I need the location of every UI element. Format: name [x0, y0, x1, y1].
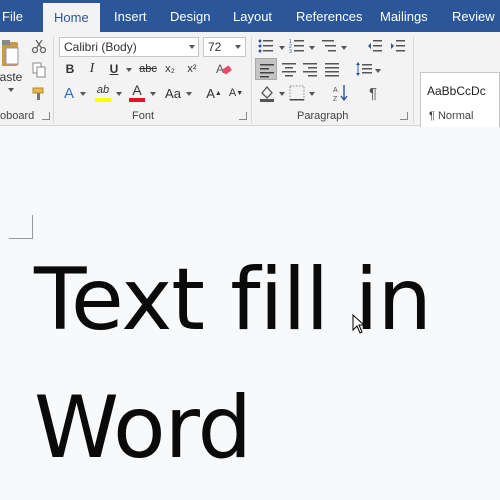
increase-indent-icon[interactable]: [390, 38, 406, 54]
change-case-dropdown[interactable]: [186, 92, 192, 96]
sort-icon[interactable]: A Z: [333, 84, 349, 102]
word-window: File Home Insert Design Layout Reference…: [0, 0, 500, 500]
paragraph-dialog-launcher[interactable]: [400, 112, 408, 120]
underline-button[interactable]: U: [105, 60, 123, 78]
font-color-dropdown[interactable]: [150, 92, 156, 96]
tab-design[interactable]: Design: [170, 0, 210, 32]
document-line[interactable]: Word: [34, 385, 252, 471]
shading-icon[interactable]: [258, 84, 276, 102]
tab-home[interactable]: Home: [43, 3, 100, 32]
align-left-button[interactable]: [255, 58, 277, 80]
subscript-button[interactable]: x₂: [161, 60, 179, 78]
align-right-icon[interactable]: [302, 61, 318, 77]
show-marks-icon[interactable]: ¶: [365, 84, 381, 102]
tab-insert[interactable]: Insert: [114, 0, 147, 32]
paste-dropdown[interactable]: [8, 88, 14, 92]
decrease-indent-icon[interactable]: [367, 38, 383, 54]
mouse-pointer-icon: [352, 314, 366, 334]
shrink-font-button[interactable]: A ▼: [228, 84, 244, 102]
line-spacing-dropdown[interactable]: [375, 69, 381, 73]
svg-text:3: 3: [289, 49, 292, 54]
format-painter-icon[interactable]: [31, 86, 47, 102]
group-separator: [53, 36, 54, 124]
clipboard-dialog-launcher[interactable]: [42, 112, 50, 120]
font-name-combo[interactable]: Calibri (Body): [59, 37, 199, 57]
borders-dropdown[interactable]: [309, 92, 315, 96]
clipboard-group-label: oboard: [0, 110, 35, 122]
font-name-value: Calibri (Body): [64, 40, 137, 54]
bold-button[interactable]: B: [61, 60, 79, 78]
font-color-button[interactable]: A: [129, 82, 145, 98]
ribbon: aste oboard Calibri (Body) 72 B I U abc …: [0, 32, 500, 130]
tab-layout[interactable]: Layout: [233, 0, 272, 32]
svg-text:A: A: [333, 87, 338, 94]
style-normal-item[interactable]: AaBbCcDc ¶ Normal: [420, 72, 500, 130]
align-left-icon: [260, 64, 274, 78]
center-icon[interactable]: [281, 61, 297, 77]
font-dialog-launcher[interactable]: [239, 112, 247, 120]
shading-dropdown[interactable]: [279, 92, 285, 96]
margin-crop-mark: [9, 215, 33, 239]
style-name-label: ¶ Normal: [429, 110, 474, 122]
numbering-icon[interactable]: 1 2 3: [289, 38, 305, 54]
line-spacing-icon[interactable]: [355, 61, 373, 77]
borders-icon[interactable]: [289, 85, 305, 101]
svg-text:A: A: [216, 62, 224, 76]
ribbon-tab-bar: File Home Insert Design Layout Reference…: [0, 0, 500, 32]
italic-button[interactable]: I: [83, 60, 101, 78]
underline-dropdown[interactable]: [126, 68, 132, 72]
tab-mailings[interactable]: Mailings: [380, 0, 428, 32]
bullets-icon[interactable]: [258, 38, 274, 54]
paste-label: aste: [0, 70, 23, 84]
grow-font-label: A: [206, 85, 215, 101]
numbering-dropdown[interactable]: [309, 46, 315, 50]
font-name-dropdown[interactable]: [189, 45, 195, 49]
font-size-dropdown[interactable]: [235, 45, 241, 49]
multilevel-list-icon[interactable]: [321, 38, 337, 54]
group-separator: [413, 36, 414, 124]
font-group-label: Font: [132, 110, 155, 122]
paste-button[interactable]: aste: [0, 36, 22, 96]
paragraph-group-label: Paragraph: [297, 110, 349, 122]
style-sample-text: AaBbCcDc: [427, 84, 486, 98]
group-separator: [251, 36, 252, 124]
paste-icon: [2, 40, 19, 66]
copy-icon[interactable]: [31, 62, 47, 78]
text-effects-button[interactable]: A: [61, 84, 77, 102]
document-page[interactable]: Text fill in Word: [0, 127, 500, 500]
strikethrough-button[interactable]: abc: [137, 60, 159, 78]
document-line[interactable]: Text fill in: [34, 257, 432, 343]
svg-text:Z: Z: [333, 96, 338, 102]
tab-references[interactable]: References: [296, 0, 362, 32]
highlight-dropdown[interactable]: [116, 92, 122, 96]
multilevel-list-dropdown[interactable]: [341, 46, 347, 50]
text-effects-dropdown[interactable]: [80, 92, 86, 96]
tab-review[interactable]: Review: [452, 0, 495, 32]
tab-file[interactable]: File: [2, 0, 23, 32]
highlight-swatch: [95, 98, 111, 102]
cut-icon[interactable]: [31, 38, 47, 54]
grow-font-button[interactable]: A ▲: [206, 84, 222, 102]
font-color-swatch: [129, 98, 145, 102]
bullets-dropdown[interactable]: [279, 46, 285, 50]
change-case-button[interactable]: Aa: [162, 84, 184, 102]
highlight-button[interactable]: ab: [94, 82, 112, 98]
justify-icon[interactable]: [324, 61, 340, 77]
font-size-value: 72: [208, 40, 222, 54]
superscript-button[interactable]: x²: [183, 60, 201, 78]
clear-formatting-icon[interactable]: A: [215, 61, 233, 77]
shrink-font-label: A: [228, 87, 237, 99]
